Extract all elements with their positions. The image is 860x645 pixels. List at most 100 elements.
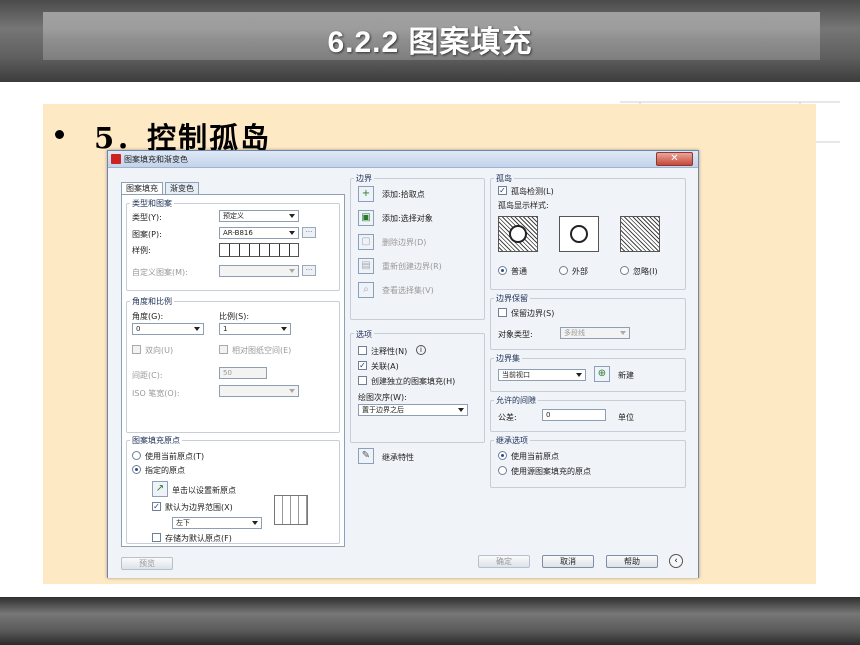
cancel-button[interactable]: 取消 (542, 555, 594, 568)
inherit-options-group (490, 440, 686, 488)
island-outer-label: 外部 (572, 267, 588, 276)
island-normal-icon[interactable] (498, 216, 538, 252)
dialog-titlebar[interactable]: 图案填充和渐变色 ✕ (108, 151, 698, 168)
iso-label: ISO 笔宽(O): (132, 389, 180, 398)
collapse-arrow-icon[interactable]: ‹ (669, 554, 683, 568)
scale-value: 1 (223, 325, 228, 333)
hatch-tab-page: 类型和图案 类型(Y): 预定义 图案(P): AR-B816 ··· 样例: … (121, 194, 345, 547)
position-value: 左下 (176, 519, 190, 527)
help-button[interactable]: 帮助 (606, 555, 658, 568)
island-ignore-radio[interactable] (620, 266, 629, 275)
angle-combo[interactable]: 0 (132, 323, 204, 335)
inherit-source-radio[interactable] (498, 466, 507, 475)
close-icon[interactable]: ✕ (656, 152, 693, 166)
angle-scale-title: 角度和比例 (130, 296, 174, 307)
chevron-down-icon (620, 331, 626, 335)
double-label: 双向(U) (145, 346, 174, 355)
origin-preview-icon (274, 495, 308, 525)
pattern-swatch[interactable] (219, 243, 299, 257)
boundary-set-value: 当前视口 (502, 371, 530, 379)
gap-title: 允许的间隙 (494, 395, 538, 406)
chevron-down-icon (194, 327, 200, 331)
relative-checkbox[interactable] (219, 345, 228, 354)
retain-title: 边界保留 (494, 293, 530, 304)
draw-order-combo[interactable]: 置于边界之后 (358, 404, 468, 416)
islands-title: 孤岛 (494, 173, 514, 184)
specified-label: 指定的原点 (145, 466, 185, 475)
inherit-current-radio[interactable] (498, 451, 507, 460)
angle-label: 角度(G): (132, 312, 164, 321)
chevron-down-icon (576, 373, 582, 377)
annotative-checkbox[interactable] (358, 346, 367, 355)
custom-pattern-combo[interactable] (219, 265, 299, 277)
top-banner: 6.2.2 图案填充 (0, 0, 860, 82)
island-detect-checkbox[interactable]: ✓ (498, 186, 507, 195)
separate-hatch-checkbox[interactable] (358, 376, 367, 385)
origin-title: 图案填充原点 (130, 435, 182, 446)
inherit-options-title: 继承选项 (494, 435, 530, 446)
separate-hatch-label: 创建独立的图案填充(H) (371, 377, 456, 386)
bottom-banner (0, 597, 860, 645)
chevron-down-icon (458, 408, 464, 412)
island-ignore-label: 忽略(I) (633, 267, 658, 276)
spacing-field[interactable]: 50 (219, 367, 267, 379)
view-selection-icon[interactable]: ⌕ (358, 282, 374, 298)
island-style-label: 孤岛显示样式: (498, 201, 549, 210)
boundaries-title: 边界 (354, 173, 374, 184)
default-extent-label: 默认为边界范围(X) (165, 503, 233, 512)
chevron-down-icon (289, 231, 295, 235)
preview-button[interactable]: 预览 (121, 557, 173, 570)
island-normal-radio[interactable] (498, 266, 507, 275)
retain-boundary-checkbox[interactable] (498, 308, 507, 317)
chevron-down-icon (289, 269, 295, 273)
tolerance-field[interactable]: 0 (542, 409, 606, 421)
custom-browse-button[interactable]: ··· (302, 265, 316, 276)
angle-value: 0 (136, 325, 141, 333)
custom-pattern-label: 自定义图案(M): (132, 268, 188, 277)
dialog-body: 图案填充 渐变色 类型和图案 类型(Y): 预定义 图案(P): AR-B816… (108, 168, 698, 578)
object-type-label: 对象类型: (498, 330, 533, 339)
pattern-combo[interactable]: AR-B816 (219, 227, 299, 239)
use-current-radio[interactable] (132, 451, 141, 460)
retain-boundary-label: 保留边界(S) (511, 309, 555, 318)
pick-point-icon[interactable]: + (358, 186, 374, 202)
pattern-label: 图案(P): (132, 230, 162, 239)
type-combo[interactable]: 预定义 (219, 210, 299, 222)
inherit-properties-icon[interactable]: ✎ (358, 448, 374, 464)
double-checkbox[interactable] (132, 345, 141, 354)
island-outer-icon[interactable] (559, 216, 599, 252)
island-outer-radio[interactable] (559, 266, 568, 275)
info-icon[interactable]: i (416, 345, 426, 355)
store-default-label: 存储为默认原点(F) (165, 534, 232, 543)
use-current-label: 使用当前原点(T) (145, 452, 205, 461)
inherit-properties-label: 继承特性 (382, 453, 414, 462)
view-selection-label: 查看选择集(V) (382, 286, 434, 295)
scale-combo[interactable]: 1 (219, 323, 291, 335)
iso-combo[interactable] (219, 385, 299, 397)
recreate-boundary-icon[interactable]: ▤ (358, 258, 374, 274)
associative-checkbox[interactable]: ✓ (358, 361, 367, 370)
tolerance-label: 公差: (498, 413, 517, 422)
island-normal-label: 普通 (511, 267, 527, 276)
chevron-down-icon (252, 521, 258, 525)
store-default-checkbox[interactable] (152, 533, 161, 542)
options-title: 选项 (354, 329, 374, 340)
remove-boundary-icon[interactable]: ▢ (358, 234, 374, 250)
new-boundary-set-icon[interactable]: ⊕ (594, 366, 610, 382)
boundary-set-combo[interactable]: 当前视口 (498, 369, 586, 381)
pattern-browse-button[interactable]: ··· (302, 227, 316, 238)
annotative-label: 注释性(N) (371, 347, 408, 356)
specified-radio[interactable] (132, 465, 141, 474)
pattern-value: AR-B816 (223, 229, 253, 237)
object-type-combo[interactable]: 多段线 (560, 327, 630, 339)
select-objects-icon[interactable]: ▣ (358, 210, 374, 226)
default-extent-checkbox[interactable]: ✓ (152, 502, 161, 511)
draw-order-label: 绘图次序(W): (358, 393, 407, 402)
ok-button[interactable]: 确定 (478, 555, 530, 568)
chevron-down-icon (289, 214, 295, 218)
island-ignore-icon[interactable] (620, 216, 660, 252)
position-combo[interactable]: 左下 (172, 517, 262, 529)
set-origin-icon[interactable]: ↗ (152, 481, 168, 497)
add-select-label: 添加:选择对象 (382, 214, 433, 223)
set-origin-label: 单击以设置新原点 (172, 486, 236, 495)
